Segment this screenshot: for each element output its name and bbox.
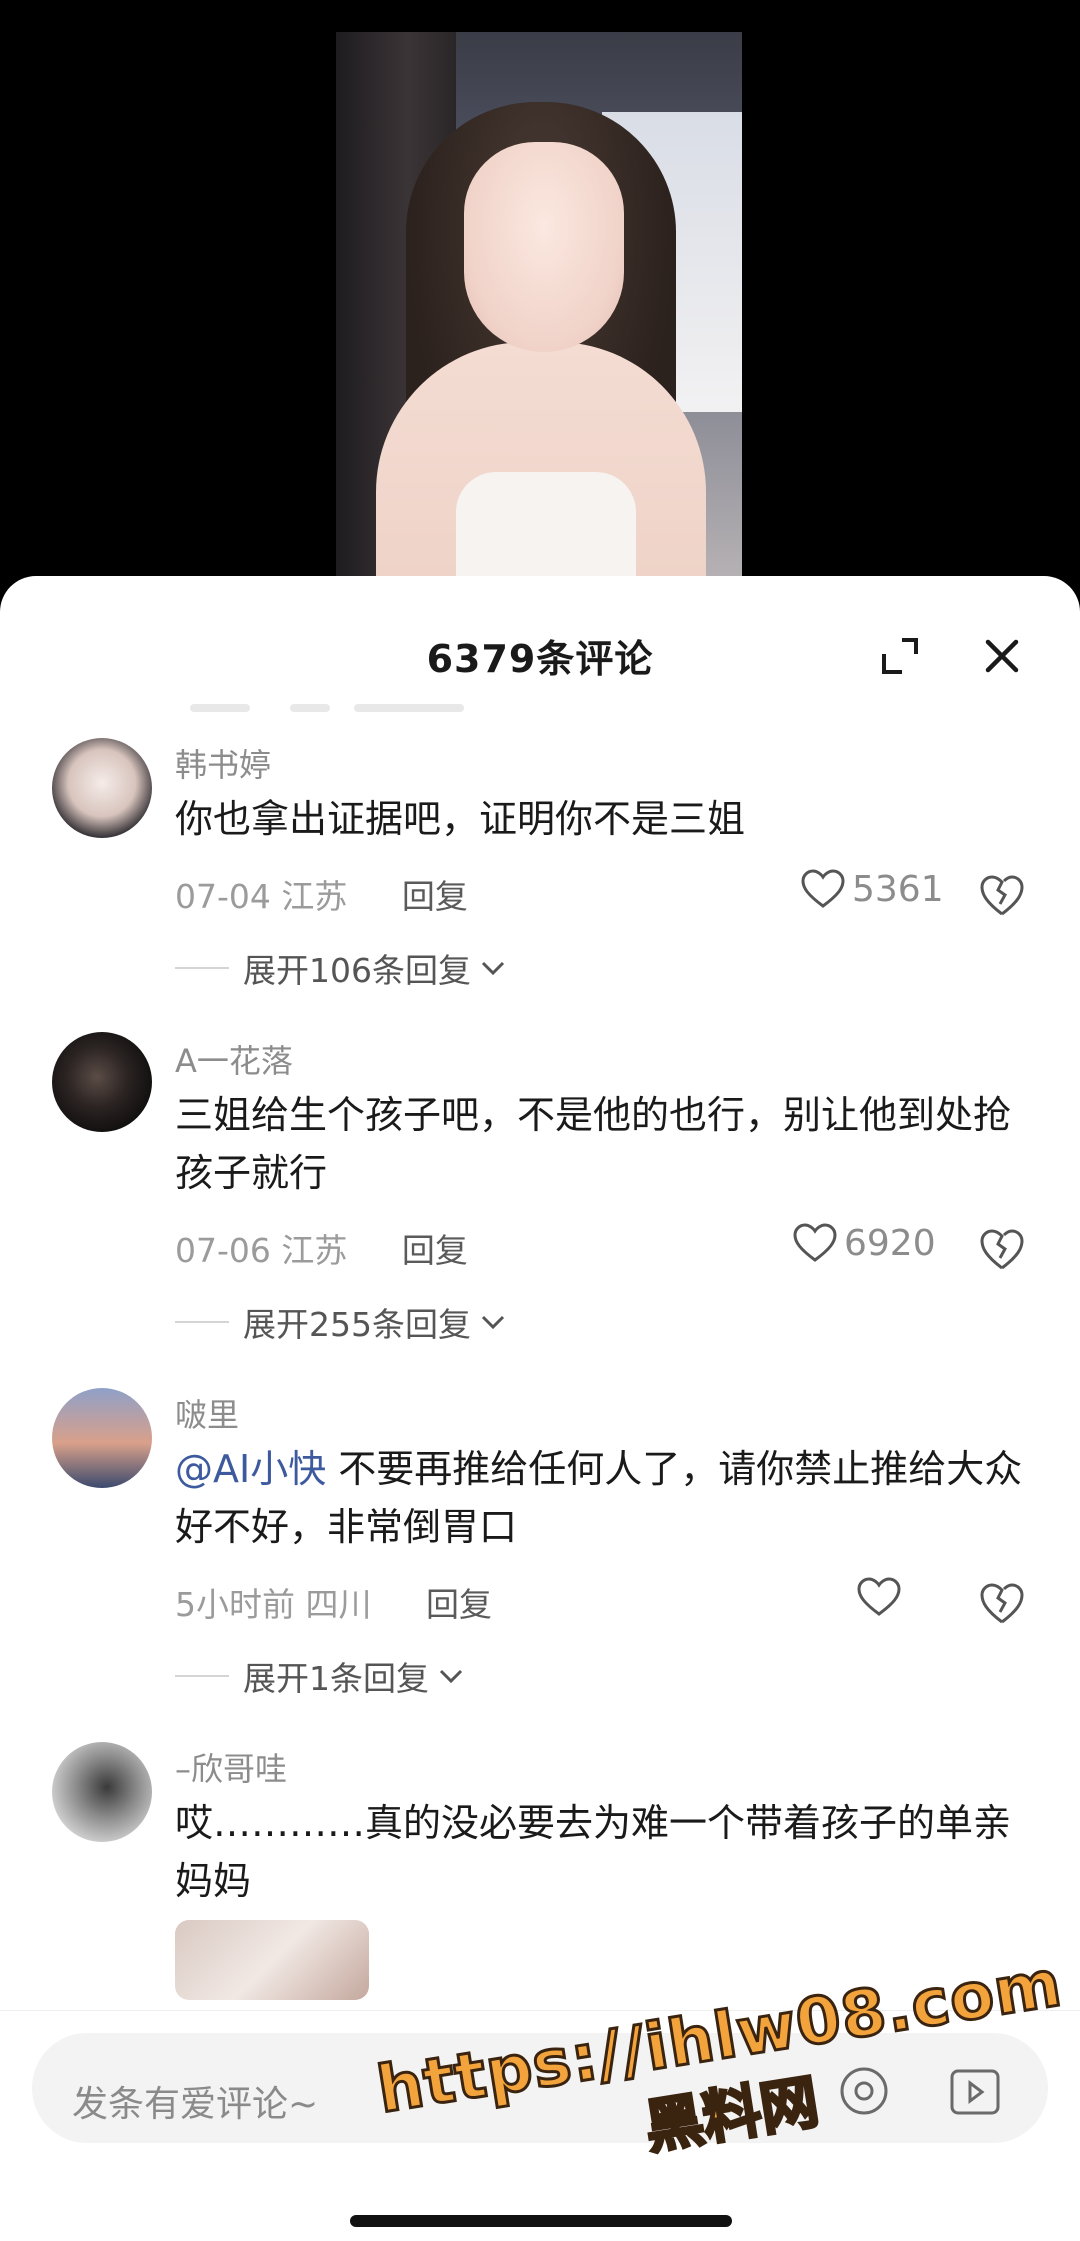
comment-date: 07-06 (175, 1231, 271, 1270)
like-button[interactable] (856, 1576, 908, 1618)
home-indicator[interactable] (350, 2215, 732, 2227)
image-picker-icon[interactable] (946, 2063, 1004, 2121)
avatar[interactable] (52, 738, 152, 838)
comment-date: 5小时前 (175, 1585, 295, 1624)
expand-replies-label: 展开1条回复 (243, 1659, 429, 1698)
like-count: 5361 (852, 868, 944, 910)
avatar[interactable] (52, 1742, 152, 1842)
scrolled-out-row (190, 688, 510, 712)
comment-meta: 5小时前 四川 回复 (175, 1578, 492, 1626)
chevron-down-icon (481, 961, 505, 976)
comment-username[interactable]: 韩书婷 (175, 740, 271, 786)
chevron-down-icon (481, 1315, 505, 1330)
like-button[interactable]: 5361 (800, 868, 944, 910)
mention-link[interactable]: @AI小快 (175, 1447, 326, 1491)
comment-text: 哎…………真的没必要去为难一个带着孩子的单亲妈妈 (175, 1801, 1012, 1903)
reply-button[interactable]: 回复 (402, 1231, 468, 1270)
like-button[interactable]: 6920 (792, 1222, 936, 1264)
like-count: 6920 (844, 1222, 936, 1264)
reply-button[interactable]: 回复 (402, 877, 468, 916)
comment-input-bar: 发条有爱评论~ (0, 2010, 1080, 2241)
comment-input-placeholder: 发条有爱评论~ (72, 2084, 319, 2125)
expand-icon[interactable] (876, 632, 924, 680)
comment-text: @AI小快 不要再推给任何人了，请你禁止推给大众好不好，非常倒胃口 (175, 1440, 1025, 1556)
expand-replies-button[interactable]: 展开255条回复 (175, 1298, 507, 1346)
video-frame[interactable] (336, 32, 742, 592)
comment-text: 你也拿出证据吧，证明你不是三姐 (175, 797, 746, 841)
heart-icon (793, 1223, 837, 1262)
comment-date: 07-04 (175, 877, 271, 916)
emoji-icon[interactable] (836, 2063, 892, 2119)
comment-image-thumbnail[interactable] (175, 1920, 369, 2000)
comment-location: 江苏 (281, 877, 348, 916)
video-subject-top (456, 472, 636, 592)
broken-heart-icon[interactable] (978, 1226, 1026, 1274)
avatar[interactable] (52, 1032, 152, 1132)
heart-icon (857, 1577, 901, 1616)
comment-username[interactable]: 啵里 (175, 1390, 239, 1436)
comment-text: 三姐给生个孩子吧，不是他的也行，别让他到处抢孩子就行 (175, 1093, 1012, 1195)
broken-heart-icon[interactable] (978, 872, 1026, 920)
avatar[interactable] (52, 1388, 152, 1488)
expand-replies-label: 展开255条回复 (243, 1305, 471, 1344)
comment-sheet-header: 6379条评论 (0, 576, 1080, 726)
comment-meta: 07-06 江苏 回复 (175, 1224, 468, 1272)
expand-replies-button[interactable]: 展开106条回复 (175, 944, 507, 992)
video-player[interactable] (0, 0, 1080, 620)
expand-replies-label: 展开106条回复 (243, 951, 471, 990)
comment-username[interactable]: –欣哥哇 (175, 1744, 287, 1790)
close-icon[interactable] (976, 630, 1028, 682)
comment-sheet: 6379条评论 韩书婷 你也拿出证据吧，证明你不是三姐 07-04 江苏 回复 (0, 576, 1080, 2241)
broken-heart-icon[interactable] (978, 1580, 1026, 1628)
comment-meta: 07-04 江苏 回复 (175, 870, 468, 918)
chevron-down-icon (439, 1669, 463, 1684)
comment-location: 江苏 (281, 1231, 348, 1270)
comment-location: 四川 (305, 1585, 372, 1624)
reply-button[interactable]: 回复 (426, 1585, 492, 1624)
comment-username[interactable]: A一花落 (175, 1036, 293, 1082)
divider (175, 1321, 229, 1323)
divider (175, 967, 229, 969)
divider (175, 1675, 229, 1677)
video-subject-face (464, 142, 624, 352)
heart-icon (801, 869, 845, 908)
expand-replies-button[interactable]: 展开1条回复 (175, 1652, 465, 1700)
